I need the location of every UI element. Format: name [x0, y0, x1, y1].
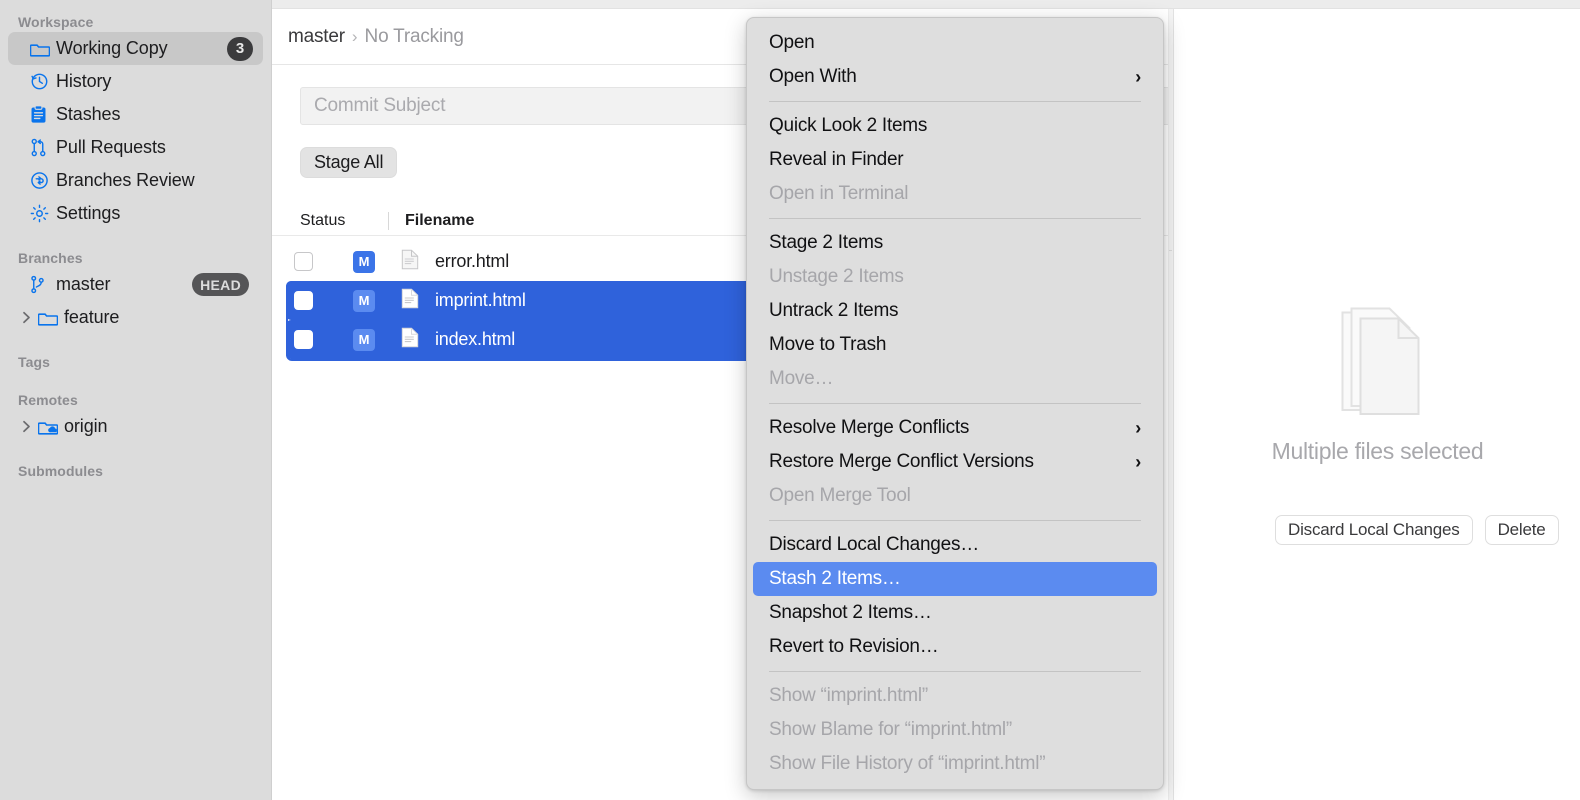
sidebar: Workspace Working Copy 3 History [0, 0, 272, 800]
sidebar-section-workspace-title: Workspace [0, 12, 271, 32]
sidebar-section-branches-title: Branches [0, 248, 271, 268]
menu-item-open-merge-tool: Open Merge Tool [753, 479, 1157, 513]
working-copy-count-badge: 3 [227, 37, 253, 61]
menu-item-stage-items[interactable]: Stage 2 Items [753, 226, 1157, 260]
menu-item-untrack-items[interactable]: Untrack 2 Items [753, 294, 1157, 328]
clock-history-icon [30, 72, 54, 92]
menu-item-resolve-merge-conflicts[interactable]: Resolve Merge Conflicts › [753, 411, 1157, 445]
folder-icon [30, 39, 54, 59]
branch-icon [30, 275, 54, 295]
delete-button[interactable]: Delete [1485, 515, 1559, 545]
file-name: index.html [435, 329, 515, 350]
menu-item-move: Move… [753, 362, 1157, 396]
row-checkbox[interactable] [294, 291, 313, 310]
sidebar-section-submodules-title: Submodules [0, 461, 271, 481]
sidebar-item-label: Working Copy [56, 38, 168, 59]
sidebar-item-pull-requests[interactable]: Pull Requests [8, 131, 263, 164]
row-checkbox[interactable] [294, 330, 313, 349]
column-divider[interactable] [388, 212, 389, 230]
menu-item-label: Restore Merge Conflict Versions [769, 451, 1034, 472]
commit-subject-placeholder: Commit Subject [314, 95, 445, 117]
sidebar-section-tags-title: Tags [0, 352, 271, 372]
breadcrumb-separator-icon: › [352, 27, 358, 47]
breadcrumb-tracking: No Tracking [365, 26, 464, 48]
sidebar-section-remotes-title: Remotes [0, 390, 271, 410]
head-badge: HEAD [192, 273, 249, 296]
detail-action-row: Discard Local Changes Delete [1275, 515, 1559, 545]
menu-separator [769, 218, 1141, 219]
menu-item-discard-local-changes[interactable]: Discard Local Changes… [753, 528, 1157, 562]
document-icon [401, 327, 419, 353]
sidebar-item-stashes[interactable]: Stashes [8, 98, 263, 131]
menu-item-move-to-trash[interactable]: Move to Trash [753, 328, 1157, 362]
gear-icon [30, 204, 54, 224]
multiple-documents-icon [1332, 305, 1424, 422]
sidebar-item-branches-review[interactable]: Branches Review [8, 164, 263, 197]
menu-separator [769, 403, 1141, 404]
file-name: imprint.html [435, 290, 526, 311]
column-header-status[interactable]: Status [300, 212, 388, 230]
folder-icon [38, 308, 62, 328]
chevron-right-icon: › [1135, 411, 1141, 445]
sidebar-item-settings[interactable]: Settings [8, 197, 263, 230]
context-menu[interactable]: Open Open With › Quick Look 2 Items Reve… [746, 17, 1164, 790]
menu-item-open-in-terminal: Open in Terminal [753, 177, 1157, 211]
pane-scrollbar-thumb[interactable] [1169, 250, 1172, 251]
sidebar-item-working-copy[interactable]: Working Copy 3 [8, 32, 263, 65]
menu-item-snapshot-items[interactable]: Snapshot 2 Items… [753, 596, 1157, 630]
breadcrumb-branch[interactable]: master [288, 26, 345, 48]
remote-folder-icon [38, 417, 62, 437]
document-icon [401, 249, 419, 275]
sidebar-item-label: Branches Review [56, 170, 195, 191]
discard-local-changes-button[interactable]: Discard Local Changes [1275, 515, 1473, 545]
menu-item-restore-merge-conflict-versions[interactable]: Restore Merge Conflict Versions › [753, 445, 1157, 479]
menu-item-revert-to-revision[interactable]: Revert to Revision… [753, 630, 1157, 664]
sidebar-item-label: Stashes [56, 104, 120, 125]
sidebar-item-label: feature [64, 307, 119, 328]
sidebar-item-branch-feature[interactable]: feature [8, 301, 263, 334]
menu-item-open-with[interactable]: Open With › [753, 60, 1157, 94]
clipboard-icon [30, 105, 54, 125]
chevron-right-icon: › [1135, 60, 1141, 94]
menu-separator [769, 671, 1141, 672]
stage-all-button[interactable]: Stage All [300, 147, 397, 178]
sidebar-item-label: History [56, 71, 111, 92]
menu-item-open[interactable]: Open [753, 26, 1157, 60]
empty-state-label: Multiple files selected [1272, 438, 1484, 465]
menu-separator [769, 101, 1141, 102]
chevron-right-icon: › [1135, 445, 1141, 479]
status-badge: M [353, 251, 375, 273]
menu-item-show-file-history: Show File History of “imprint.html” [753, 747, 1157, 781]
chevron-right-icon[interactable] [22, 311, 34, 325]
menu-item-label: Open With [769, 66, 857, 87]
sidebar-item-label: origin [64, 416, 107, 437]
menu-item-reveal-in-finder[interactable]: Reveal in Finder [753, 143, 1157, 177]
menu-item-label: Resolve Merge Conflicts [769, 417, 969, 438]
status-badge: M [353, 290, 375, 312]
detail-pane: Multiple files selected Discard Local Ch… [1173, 9, 1580, 800]
menu-item-unstage-items: Unstage 2 Items [753, 260, 1157, 294]
menu-item-stash-items[interactable]: Stash 2 Items… [753, 562, 1157, 596]
menu-item-show-file: Show “imprint.html” [753, 679, 1157, 713]
sidebar-item-history[interactable]: History [8, 65, 263, 98]
sidebar-item-label: Pull Requests [56, 137, 166, 158]
empty-state: Multiple files selected [1174, 305, 1580, 465]
sidebar-item-label: master [56, 274, 110, 295]
menu-item-quick-look[interactable]: Quick Look 2 Items [753, 109, 1157, 143]
document-icon [401, 288, 419, 314]
row-checkbox[interactable] [294, 252, 313, 271]
chevron-right-icon[interactable] [22, 420, 34, 434]
app-window: Workspace Working Copy 3 History [0, 0, 1580, 800]
sidebar-item-label: Settings [56, 203, 120, 224]
file-name: error.html [435, 251, 509, 272]
branches-review-icon [30, 171, 54, 191]
status-badge: M [353, 329, 375, 351]
sidebar-item-branch-master[interactable]: master HEAD [8, 268, 263, 301]
menu-item-show-blame: Show Blame for “imprint.html” [753, 713, 1157, 747]
pull-request-icon [30, 138, 54, 158]
column-header-filename[interactable]: Filename [405, 212, 474, 230]
menu-separator [769, 520, 1141, 521]
sidebar-item-remote-origin[interactable]: origin [8, 410, 263, 443]
